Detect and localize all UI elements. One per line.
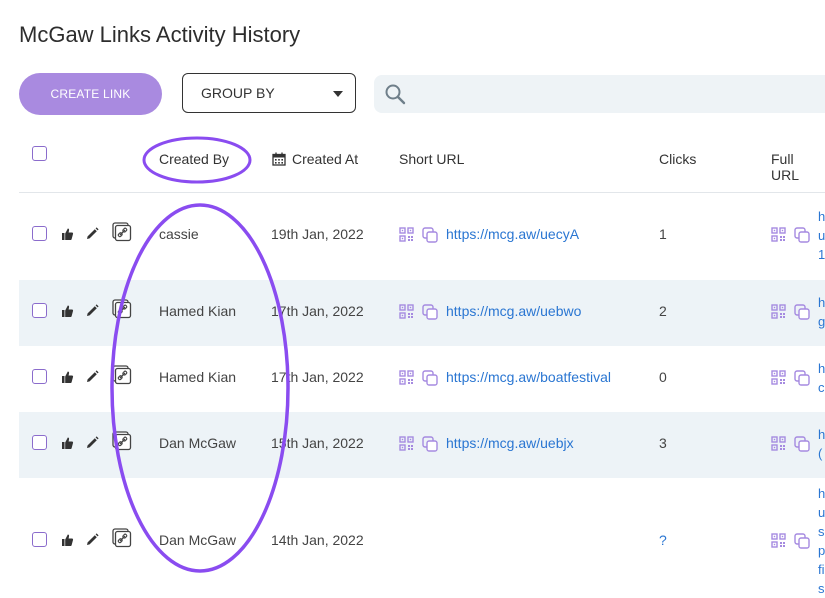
create-link-button[interactable]: CREATE LINK bbox=[19, 73, 162, 115]
copy-icon[interactable] bbox=[794, 533, 810, 549]
row-checkbox[interactable] bbox=[32, 303, 47, 318]
qr-code-icon[interactable] bbox=[399, 370, 414, 385]
short-url-link[interactable]: https://mcg.aw/boatfestival bbox=[446, 369, 611, 385]
clicks-cell: 0 bbox=[659, 369, 667, 385]
search-icon bbox=[385, 84, 406, 105]
page-title: McGaw Links Activity History bbox=[19, 22, 301, 47]
created-by-cell: cassie bbox=[159, 226, 199, 242]
link-icon[interactable] bbox=[112, 222, 132, 242]
full-url-line[interactable]: h bbox=[818, 425, 825, 444]
select-all-checkbox[interactable] bbox=[32, 146, 47, 161]
column-header-full-url[interactable]: Full URL bbox=[771, 151, 825, 183]
copy-icon[interactable] bbox=[794, 304, 810, 320]
short-url-link[interactable]: https://mcg.aw/uebwo bbox=[446, 303, 581, 319]
qr-code-icon[interactable] bbox=[399, 304, 414, 319]
created-by-cell: Dan McGaw bbox=[159, 435, 237, 451]
created-at-cell: 15th Jan, 2022 bbox=[271, 435, 364, 451]
group-by-label: GROUP BY bbox=[201, 85, 275, 101]
created-at-cell: 14th Jan, 2022 bbox=[271, 532, 364, 548]
search-bar[interactable] bbox=[374, 75, 825, 113]
qr-code-icon[interactable] bbox=[771, 533, 786, 548]
link-icon[interactable] bbox=[112, 299, 132, 319]
short-url-link[interactable]: https://mcg.aw/uebjx bbox=[446, 435, 574, 451]
caret-down-icon bbox=[333, 91, 343, 97]
clicks-cell: 1 bbox=[659, 226, 667, 242]
thumbs-up-icon[interactable] bbox=[60, 533, 74, 547]
row-checkbox[interactable] bbox=[32, 435, 47, 450]
row-checkbox[interactable] bbox=[32, 532, 47, 547]
link-icon[interactable] bbox=[112, 431, 132, 451]
row-checkbox[interactable] bbox=[32, 369, 47, 384]
table-row: cassie 19th Jan, 2022 https://mcg.aw/uecyA… bbox=[19, 204, 825, 280]
thumbs-up-icon[interactable] bbox=[60, 370, 74, 384]
qr-code-icon[interactable] bbox=[771, 227, 786, 242]
created-at-cell: 17th Jan, 2022 bbox=[271, 369, 364, 385]
copy-icon[interactable] bbox=[794, 436, 810, 452]
full-url-line[interactable]: u bbox=[818, 226, 825, 245]
pencil-icon[interactable] bbox=[85, 533, 99, 547]
full-url-line[interactable]: g bbox=[818, 312, 825, 331]
copy-icon[interactable] bbox=[422, 227, 438, 243]
table-row: Hamed Kian 17th Jan, 2022 https://mcg.aw/b… bbox=[19, 346, 825, 412]
qr-code-icon[interactable] bbox=[771, 436, 786, 451]
full-url-line[interactable]: fi bbox=[818, 560, 825, 579]
copy-icon[interactable] bbox=[794, 370, 810, 386]
copy-icon[interactable] bbox=[794, 227, 810, 243]
header-divider bbox=[19, 192, 825, 193]
full-url-line[interactable]: 1! bbox=[818, 245, 825, 264]
short-url-link[interactable]: https://mcg.aw/uecyA bbox=[446, 226, 579, 242]
qr-code-icon[interactable] bbox=[399, 227, 414, 242]
created-by-cell: Hamed Kian bbox=[159, 303, 237, 319]
thumbs-up-icon[interactable] bbox=[60, 227, 74, 241]
column-header-created-at[interactable]: Created At bbox=[292, 151, 358, 167]
full-url-line[interactable]: h bbox=[818, 484, 825, 503]
qr-code-icon[interactable] bbox=[771, 304, 786, 319]
search-input[interactable] bbox=[412, 78, 816, 110]
clicks-cell: 3 bbox=[659, 435, 667, 451]
pencil-icon[interactable] bbox=[85, 304, 99, 318]
full-url-line[interactable]: h bbox=[818, 207, 825, 226]
pencil-icon[interactable] bbox=[85, 436, 99, 450]
qr-code-icon[interactable] bbox=[771, 370, 786, 385]
group-by-dropdown[interactable]: GROUP BY bbox=[182, 73, 356, 113]
clicks-cell: 2 bbox=[659, 303, 667, 319]
link-icon[interactable] bbox=[112, 365, 132, 385]
created-at-cell: 19th Jan, 2022 bbox=[271, 226, 364, 242]
table-row: Dan McGaw 15th Jan, 2022 https://mcg.aw/ue… bbox=[19, 412, 825, 478]
pencil-icon[interactable] bbox=[85, 370, 99, 384]
row-checkbox[interactable] bbox=[32, 226, 47, 241]
created-at-cell: 17th Jan, 2022 bbox=[271, 303, 364, 319]
full-url-line[interactable]: p bbox=[818, 541, 825, 560]
column-header-clicks[interactable]: Clicks bbox=[659, 151, 696, 167]
column-header-short-url[interactable]: Short URL bbox=[399, 151, 464, 167]
full-url-line[interactable]: c bbox=[818, 378, 825, 397]
thumbs-up-icon[interactable] bbox=[60, 304, 74, 318]
copy-icon[interactable] bbox=[422, 436, 438, 452]
copy-icon[interactable] bbox=[422, 370, 438, 386]
full-url-line[interactable]: u bbox=[818, 503, 825, 522]
created-by-cell: Hamed Kian bbox=[159, 369, 237, 385]
calendar-icon bbox=[272, 152, 286, 166]
pencil-icon[interactable] bbox=[85, 227, 99, 241]
full-url-line[interactable]: h bbox=[818, 293, 825, 312]
full-url-line[interactable]: ( bbox=[818, 444, 822, 463]
created-by-cell: Dan McGaw bbox=[159, 532, 237, 548]
clicks-cell: ? bbox=[659, 532, 667, 548]
link-icon[interactable] bbox=[112, 528, 132, 548]
table-row: Dan McGaw 14th Jan, 2022? h u s p fi s bbox=[19, 478, 825, 596]
full-url-line[interactable]: s bbox=[818, 522, 825, 541]
thumbs-up-icon[interactable] bbox=[60, 436, 74, 450]
copy-icon[interactable] bbox=[422, 304, 438, 320]
column-header-created-by[interactable]: Created By bbox=[159, 151, 229, 167]
full-url-line[interactable]: h bbox=[818, 359, 825, 378]
qr-code-icon[interactable] bbox=[399, 436, 414, 451]
table-row: Hamed Kian 17th Jan, 2022 https://mcg.aw/u… bbox=[19, 280, 825, 346]
